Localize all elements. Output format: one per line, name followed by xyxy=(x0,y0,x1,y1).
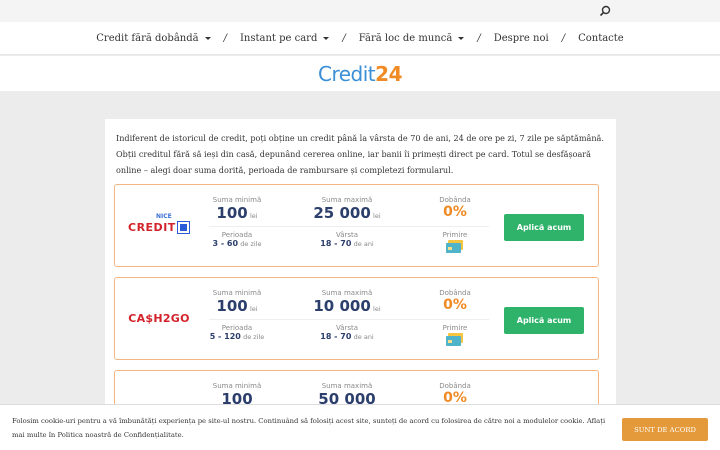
cookie-banner: Folosim cookie-uri pentru a vă îmbunătăț… xyxy=(0,404,720,450)
cash2go-logo: CA$H2GO xyxy=(128,312,190,325)
card-icon xyxy=(446,240,463,253)
divider xyxy=(209,319,489,320)
cookie-accept-button[interactable]: SUNT DE ACORD xyxy=(622,418,708,441)
intro-text: Indiferent de istoricul de credit, poți … xyxy=(116,133,604,175)
site-logo[interactable]: Credit24 xyxy=(318,62,402,86)
chevron-down-icon xyxy=(323,36,330,40)
chevron-down-icon xyxy=(204,36,211,40)
nav-item-credit-fara-dobanda[interactable]: Credit fără dobândă xyxy=(96,33,211,44)
logo-mark-icon xyxy=(177,220,190,234)
apply-button[interactable]: Aplică acum xyxy=(504,214,584,241)
apply-button[interactable]: Aplică acum xyxy=(504,307,584,334)
nav-item-contacte[interactable]: Contacte xyxy=(578,33,624,44)
nav-item-instant-pe-card[interactable]: Instant pe card xyxy=(240,33,330,44)
card-icon xyxy=(446,333,463,346)
nav-separator: / xyxy=(342,32,346,44)
cookie-text: Folosim cookie-uri pentru a vă îmbunătăț… xyxy=(12,417,606,439)
search-icon[interactable] xyxy=(598,4,612,18)
logo-band: Credit24 xyxy=(0,56,720,91)
nav-item-fara-loc-de-munca[interactable]: Fără loc de muncă xyxy=(359,33,465,44)
top-bar xyxy=(0,0,720,22)
nav-separator: / xyxy=(477,32,481,44)
nav-separator: / xyxy=(561,32,566,44)
nav-separator: / xyxy=(223,32,227,44)
offer-card: CA$H2GO Suma minimă 100 lei Suma maximă 10… xyxy=(114,277,599,360)
nice-credit-logo: NICE CREDIT xyxy=(115,185,203,266)
offers-panel: Indiferent de istoricul de credit, poți … xyxy=(105,119,616,450)
main-nav: Credit fără dobândă / Instant pe card / … xyxy=(0,22,720,55)
nav-item-despre-noi[interactable]: Despre noi xyxy=(494,33,549,44)
offer-card: NICE CREDIT Suma minimă 100 lei Suma maxi… xyxy=(114,184,599,267)
divider xyxy=(209,226,489,227)
chevron-down-icon xyxy=(458,36,465,40)
